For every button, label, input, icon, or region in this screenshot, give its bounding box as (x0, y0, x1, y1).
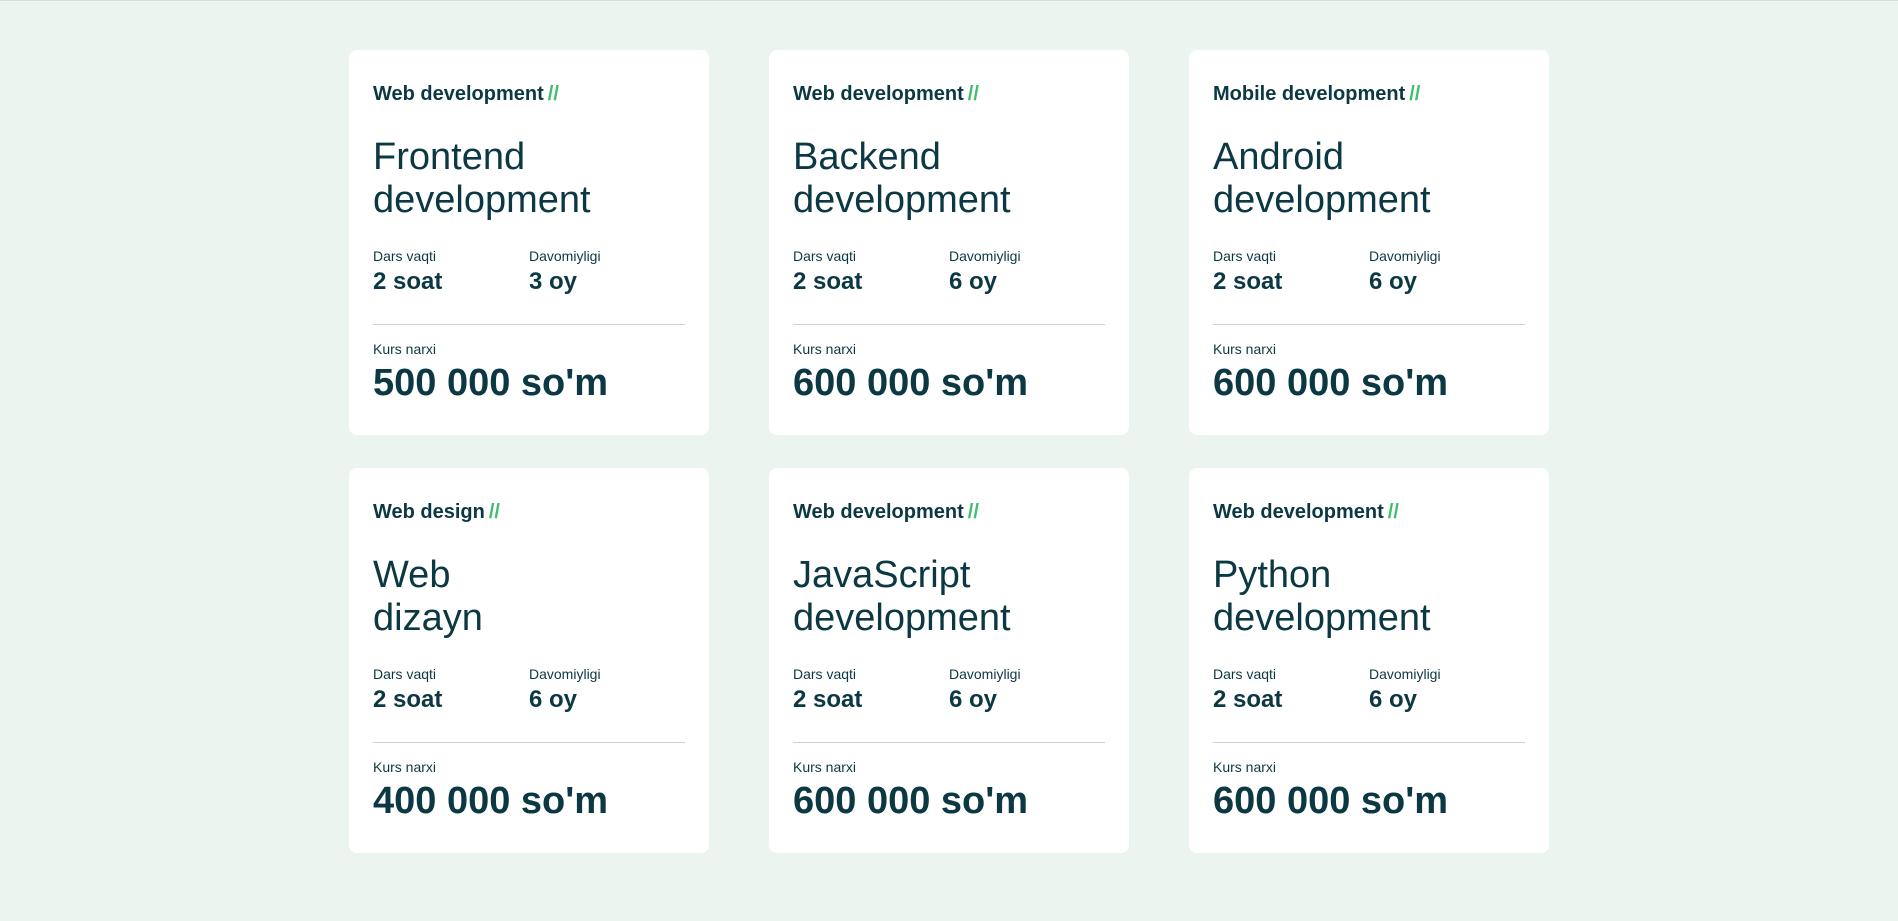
divider (373, 324, 685, 325)
duration-block: Davomiyligi 6 oy (949, 666, 1105, 714)
duration-block: Davomiyligi 3 oy (529, 248, 685, 296)
course-meta: Dars vaqti 2 soat Davomiyligi 6 oy (1213, 248, 1525, 296)
duration-value: 6 oy (1369, 268, 1418, 295)
course-card-android[interactable]: Mobile development// Android development… (1189, 50, 1549, 435)
course-category: Web design// (373, 500, 685, 524)
course-card-javascript[interactable]: Web development// JavaScript development… (769, 468, 1129, 853)
course-meta: Dars vaqti 2 soat Davomiyligi 6 oy (793, 666, 1105, 714)
course-meta: Dars vaqti 2 soat Davomiyligi 6 oy (1213, 666, 1525, 714)
course-meta: Dars vaqti 2 soat Davomiyligi 3 oy (373, 248, 685, 296)
price-value: 600 000 so'm (1213, 780, 1449, 822)
course-meta: Dars vaqti 2 soat Davomiyligi 6 oy (793, 248, 1105, 296)
course-title: Backend development (793, 136, 1011, 221)
course-card-frontend[interactable]: Web development// Frontend development D… (349, 50, 709, 435)
lesson-time-block: Dars vaqti 2 soat (1213, 248, 1369, 296)
price-value: 400 000 so'm (373, 780, 609, 822)
duration-value: 6 oy (529, 686, 578, 713)
duration-value: 3 oy (529, 268, 578, 295)
category-separator: // (488, 501, 500, 523)
lesson-time-block: Dars vaqti 2 soat (793, 666, 949, 714)
lesson-time-label: Dars vaqti (793, 248, 857, 264)
course-title: Android development (1213, 136, 1431, 221)
divider (1213, 742, 1525, 743)
course-category-label: Web development (373, 83, 544, 105)
duration-label: Davomiyligi (529, 666, 601, 682)
lesson-time-value: 2 soat (373, 268, 443, 295)
price-value: 600 000 so'm (793, 780, 1029, 822)
divider (793, 324, 1105, 325)
price-label: Kurs narxi (1213, 759, 1277, 775)
course-category: Web development// (793, 500, 1105, 524)
lesson-time-label: Dars vaqti (793, 666, 857, 682)
course-grid: Web development// Frontend development D… (349, 50, 1549, 853)
duration-value: 6 oy (1369, 686, 1418, 713)
course-category: Web development// (1213, 500, 1525, 524)
price-label: Kurs narxi (793, 759, 857, 775)
duration-label: Davomiyligi (529, 248, 601, 264)
course-category-label: Web development (793, 83, 964, 105)
category-separator: // (1387, 501, 1399, 523)
price-value: 600 000 so'm (1213, 362, 1449, 404)
lesson-time-value: 2 soat (793, 268, 863, 295)
duration-label: Davomiyligi (1369, 248, 1441, 264)
divider (793, 742, 1105, 743)
course-title: Python development (1213, 554, 1431, 639)
category-separator: // (967, 501, 979, 523)
duration-label: Davomiyligi (949, 248, 1021, 264)
course-title: JavaScript development (793, 554, 1011, 639)
divider (373, 742, 685, 743)
price-value: 600 000 so'm (793, 362, 1029, 404)
lesson-time-label: Dars vaqti (1213, 248, 1277, 264)
price-label: Kurs narxi (793, 341, 857, 357)
lesson-time-block: Dars vaqti 2 soat (373, 666, 529, 714)
duration-block: Davomiyligi 6 oy (529, 666, 685, 714)
lesson-time-label: Dars vaqti (373, 666, 437, 682)
duration-block: Davomiyligi 6 oy (1369, 666, 1525, 714)
course-category-label: Mobile development (1213, 83, 1406, 105)
course-title: Web dizayn (373, 554, 483, 639)
lesson-time-block: Dars vaqti 2 soat (793, 248, 949, 296)
category-separator: // (547, 83, 559, 105)
lesson-time-value: 2 soat (1213, 686, 1283, 713)
course-meta: Dars vaqti 2 soat Davomiyligi 6 oy (373, 666, 685, 714)
course-card-backend[interactable]: Web development// Backend development Da… (769, 50, 1129, 435)
category-separator: // (967, 83, 979, 105)
lesson-time-value: 2 soat (373, 686, 443, 713)
category-separator: // (1409, 83, 1421, 105)
duration-value: 6 oy (949, 686, 998, 713)
course-category-label: Web design (373, 501, 485, 523)
price-value: 500 000 so'm (373, 362, 609, 404)
duration-block: Davomiyligi 6 oy (949, 248, 1105, 296)
price-label: Kurs narxi (373, 341, 437, 357)
course-category: Web development// (793, 82, 1105, 106)
course-category: Web development// (373, 82, 685, 106)
course-card-web-design[interactable]: Web design// Web dizayn Dars vaqti 2 soa… (349, 468, 709, 853)
course-category-label: Web development (1213, 501, 1384, 523)
duration-label: Davomiyligi (1369, 666, 1441, 682)
course-category: Mobile development// (1213, 82, 1525, 106)
price-label: Kurs narxi (373, 759, 437, 775)
lesson-time-block: Dars vaqti 2 soat (373, 248, 529, 296)
lesson-time-value: 2 soat (1213, 268, 1283, 295)
duration-block: Davomiyligi 6 oy (1369, 248, 1525, 296)
price-label: Kurs narxi (1213, 341, 1277, 357)
lesson-time-block: Dars vaqti 2 soat (1213, 666, 1369, 714)
course-category-label: Web development (793, 501, 964, 523)
lesson-time-label: Dars vaqti (373, 248, 437, 264)
course-card-python[interactable]: Web development// Python development Dar… (1189, 468, 1549, 853)
course-title: Frontend development (373, 136, 591, 221)
lesson-time-label: Dars vaqti (1213, 666, 1277, 682)
divider (1213, 324, 1525, 325)
lesson-time-value: 2 soat (793, 686, 863, 713)
duration-value: 6 oy (949, 268, 998, 295)
duration-label: Davomiyligi (949, 666, 1021, 682)
